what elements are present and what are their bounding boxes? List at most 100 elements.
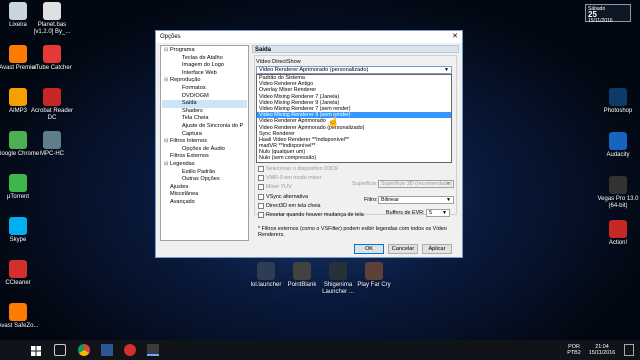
- external-filters-note: * Filtros externos (como o VSFilter) pod…: [258, 226, 447, 239]
- desktop-shortcut[interactable]: MPC-HC: [28, 131, 76, 158]
- d3d-fullscreen-checkbox[interactable]: Direct3D em tela cheia: [258, 203, 321, 209]
- aimp-icon: [9, 88, 27, 106]
- reset-on-change-checkbox[interactable]: Resetar quando houver mudança de tela: [258, 212, 364, 218]
- tree-item-label: Teclas de Atalho: [182, 54, 223, 61]
- tree-item[interactable]: Teclas de Atalho: [162, 55, 247, 63]
- cancel-button[interactable]: Cancelar: [388, 244, 418, 254]
- tree-item[interactable]: Ajuste de Sincronia do P: [162, 123, 247, 131]
- tree-item-label: Filtros Externos: [170, 153, 209, 160]
- evr-buffers-select[interactable]: 5 ▼: [426, 209, 450, 217]
- app-taskbar-icon[interactable]: [101, 344, 113, 356]
- task-view-icon[interactable]: [54, 344, 66, 356]
- recycle-bin-icon: [9, 2, 27, 20]
- acrobat-icon: [43, 88, 61, 106]
- chevron-down-icon: ▼: [444, 67, 449, 73]
- desktop-shortcut-label: Planet.bas [v1.2.0] By_...: [33, 22, 71, 35]
- desktop-shortcut[interactable]: Play Far Cry: [350, 262, 398, 289]
- filter-select[interactable]: Bilinear ▼: [378, 196, 454, 204]
- ok-button[interactable]: OK: [354, 244, 384, 254]
- skype-icon: [9, 217, 27, 235]
- tree-item[interactable]: Shaders: [162, 108, 247, 116]
- vsync-alt-checkbox[interactable]: VSync alternativa: [258, 194, 308, 200]
- desktop-shortcut[interactable]: CCleaner: [0, 260, 42, 287]
- renderer-dropdown-list[interactable]: Padrão do Sistema Video Renderer Antigo Ov…: [256, 74, 452, 163]
- chevron-down-icon: ▼: [446, 181, 451, 187]
- tree-item-label: Avançado: [170, 198, 195, 205]
- desktop-shortcut[interactable]: Avast SafeZo...: [0, 303, 42, 330]
- taskbar-clock[interactable]: 21:04 15/11/2016: [586, 344, 618, 356]
- clock-widget-date: 15/11/2016: [588, 18, 613, 24]
- options-tree[interactable]: ⊟ Programa Teclas de Atalho Imagem do Logo I…: [160, 45, 249, 241]
- language-indicator[interactable]: POR PTB2: [565, 344, 583, 356]
- tree-item[interactable]: Avançado: [162, 199, 247, 207]
- vegas-icon: [609, 176, 627, 194]
- atube-icon: [43, 45, 61, 63]
- desktop-shortcut[interactable]: Action!: [594, 220, 640, 247]
- close-icon[interactable]: ✕: [448, 31, 462, 43]
- tree-item[interactable]: Ajustes: [162, 184, 247, 192]
- tree-item[interactable]: Opções de Áudio: [162, 146, 247, 154]
- avast-icon: [9, 45, 27, 63]
- desktop-shortcut-label: Acrobat Reader DC: [30, 108, 74, 121]
- action-icon: [609, 220, 627, 238]
- surface-select[interactable]: Superfície 3D (recomendado) ▼: [378, 180, 454, 188]
- dialog-title: Opções: [160, 34, 181, 40]
- tree-item[interactable]: Captura: [162, 131, 247, 139]
- tree-item-label: Ajustes: [170, 183, 189, 190]
- tree-item[interactable]: ⊟ Reprodução: [162, 77, 247, 85]
- launcher-icon: [329, 262, 347, 280]
- desktop-shortcut[interactable]: Audacity: [594, 132, 640, 159]
- desktop-shortcut-label: CCleaner: [5, 280, 31, 286]
- tree-item[interactable]: Outras Opções: [162, 176, 247, 184]
- tree-item[interactable]: Miscelânea: [162, 191, 247, 199]
- tree-item[interactable]: Tela Cheia: [162, 115, 247, 123]
- notifications-icon[interactable]: [624, 344, 634, 356]
- desktop-shortcut-label: Play Far Cry: [357, 282, 391, 288]
- evr-buffers-label: Buffers de EVR:: [386, 210, 425, 216]
- desktop-shortcut-label: µTorrent: [6, 194, 30, 200]
- record-taskbar-icon[interactable]: [124, 344, 136, 356]
- tree-item[interactable]: Formatos: [162, 85, 247, 93]
- desktop-shortcut[interactable]: aTube Catcher: [28, 45, 76, 72]
- lol-icon: [257, 262, 275, 280]
- tree-item[interactable]: DVD/OGM: [162, 93, 247, 101]
- tree-item[interactable]: Filtros Externos: [162, 153, 247, 161]
- desktop-shortcut[interactable]: Planet.bas [v1.2.0] By_...: [28, 2, 76, 36]
- photoshop-icon: [609, 88, 627, 106]
- chrome-icon: [9, 131, 27, 149]
- tree-item-label: Saída: [182, 100, 197, 107]
- chrome-taskbar-icon[interactable]: [78, 344, 90, 356]
- windows-start-icon[interactable]: [30, 344, 42, 356]
- vmr9-mixer-checkbox[interactable]: VMR-9 em modo mixer: [258, 175, 321, 181]
- renderer-select-value: Video Renderer Aprimorado (personalizado…: [259, 67, 369, 73]
- desktop-shortcut[interactable]: Acrobat Reader DC: [28, 88, 76, 122]
- mpc-icon: [43, 131, 61, 149]
- desktop-shortcut-label: Action!: [608, 240, 628, 246]
- tree-item[interactable]: Saída: [162, 100, 247, 108]
- chevron-down-icon: ▼: [442, 210, 447, 216]
- tree-item[interactable]: ⊟ Filtros Internos: [162, 138, 247, 146]
- desktop-shortcut[interactable]: Photoshop: [594, 88, 640, 115]
- desktop-shortcut[interactable]: Skype: [0, 217, 42, 244]
- tree-item-label: Estilo Padrão: [182, 168, 216, 175]
- mouse-cursor-icon: ☝: [327, 117, 340, 128]
- panel-heading: Saída: [252, 45, 459, 53]
- tree-item[interactable]: Estilo Padrão: [162, 169, 247, 177]
- tree-item[interactable]: ⊟ Programa: [162, 47, 247, 55]
- options-dialog: Opções ✕ ⊟ Programa Teclas de Atalho Imagem…: [155, 30, 463, 258]
- taskbar: POR PTB2 21:04 15/11/2016: [0, 340, 640, 360]
- surface-label: Superfície:: [352, 181, 378, 187]
- tree-item[interactable]: ⊟ Legendas: [162, 161, 247, 169]
- apply-button[interactable]: Aplicar: [422, 244, 452, 254]
- desktop-shortcut[interactable]: µTorrent: [0, 174, 42, 201]
- yuv-mixer-checkbox[interactable]: Mixer YUV: [258, 184, 292, 190]
- mpc-taskbar-icon[interactable]: [147, 344, 159, 356]
- desktop-shortcut[interactable]: Vegas Pro 13.0 (64-bit): [594, 176, 640, 210]
- d3d9-device-checkbox[interactable]: Selecionar o dispositivo D3D9: [258, 166, 338, 172]
- tree-item-label: Reprodução: [170, 77, 201, 84]
- tree-item[interactable]: Interface Web: [162, 70, 247, 78]
- renderer-option[interactable]: Nulo (sem compressão): [257, 155, 451, 161]
- tree-item[interactable]: Imagem do Logo: [162, 62, 247, 70]
- renderer-select[interactable]: Video Renderer Aprimorado (personalizado…: [256, 66, 452, 74]
- file-icon: [43, 2, 61, 20]
